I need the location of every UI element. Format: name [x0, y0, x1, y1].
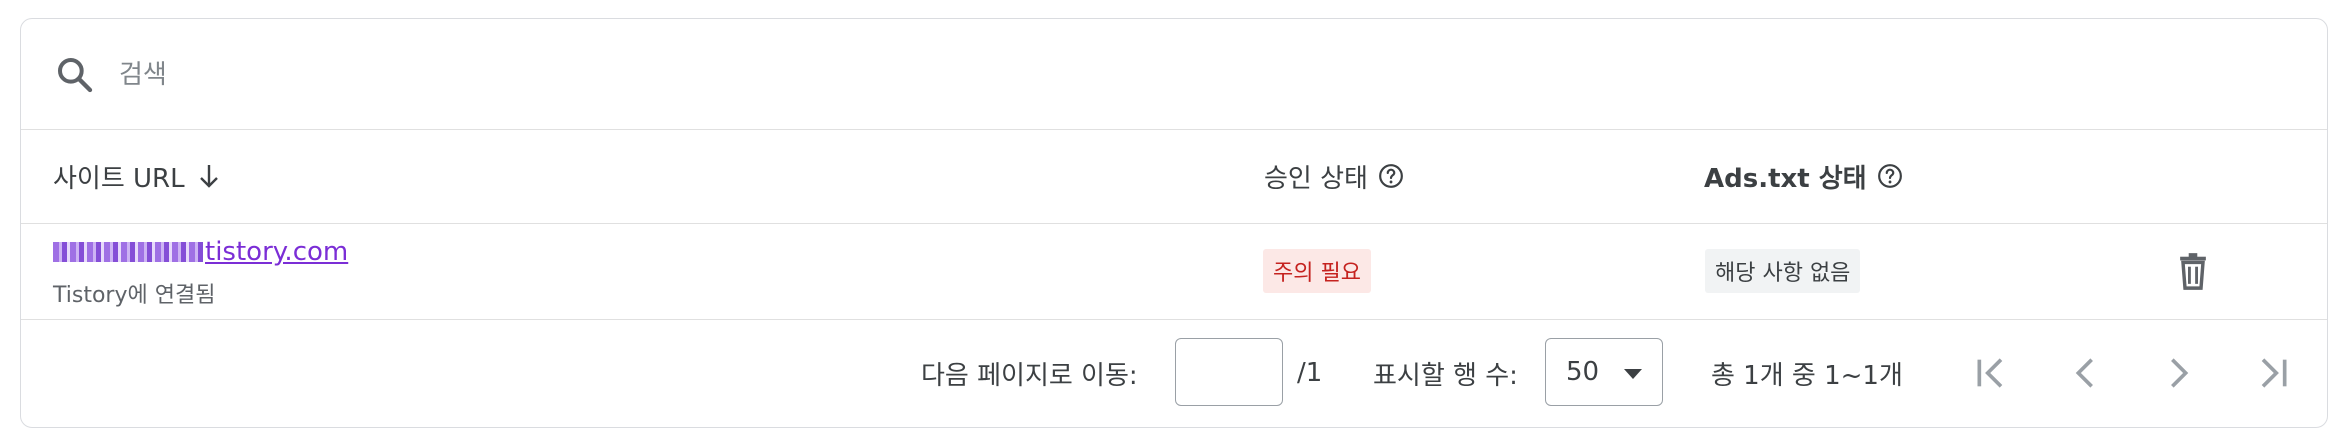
help-icon[interactable] — [1877, 163, 1903, 189]
next-page-icon[interactable] — [2159, 353, 2199, 393]
table-header: 사이트 URL 승인 상태 Ads.txt 상태 — [21, 129, 2327, 224]
range-text: 총 1개 중 1~1개 — [1711, 360, 1903, 391]
rows-per-page-value: 50 — [1566, 357, 1600, 387]
last-page-icon[interactable] — [2253, 353, 2293, 393]
site-url-link[interactable]: tistory.com — [53, 237, 348, 267]
table-row: tistory.com Tistory에 연결됨 주의 필요 해당 사항 없음 — [21, 223, 2327, 320]
column-header-ads-txt-status: Ads.txt 상태 — [1704, 129, 1903, 223]
search-input[interactable] — [117, 49, 921, 101]
goto-page-label: 다음 페이지로 이동: — [921, 360, 1138, 391]
prev-page-icon[interactable] — [2065, 353, 2105, 393]
approval-status-badge: 주의 필요 — [1263, 249, 1371, 293]
column-header-site-url[interactable]: 사이트 URL — [53, 129, 221, 223]
ads-txt-status-badge: 해당 사항 없음 — [1705, 249, 1861, 293]
goto-page-input[interactable] — [1175, 338, 1283, 406]
pagination-bar: 다음 페이지로 이동: /1 표시할 행 수: 50 총 1개 중 1~1개 — [21, 319, 2327, 427]
column-header-site-url-label: 사이트 URL — [53, 163, 185, 194]
chevron-down-icon — [1624, 369, 1642, 379]
column-header-ads-txt-status-label: Ads.txt 상태 — [1704, 163, 1867, 194]
site-domain-text: tistory.com — [205, 237, 349, 267]
site-connection-note: Tistory에 연결됨 — [53, 283, 216, 308]
total-pages-text: /1 — [1297, 358, 1323, 388]
help-icon[interactable] — [1378, 163, 1404, 189]
sites-table-card: 사이트 URL 승인 상태 Ads.txt 상태 — [20, 18, 2328, 428]
first-page-icon[interactable] — [1971, 353, 2011, 393]
search-icon — [57, 57, 93, 93]
search-bar — [21, 19, 2327, 130]
redacted-subdomain — [53, 242, 203, 262]
column-header-approval-status: 승인 상태 — [1264, 129, 1404, 223]
column-header-approval-status-label: 승인 상태 — [1264, 163, 1368, 194]
trash-icon[interactable] — [2175, 251, 2211, 291]
rows-per-page-label: 표시할 행 수: — [1373, 360, 1518, 391]
arrow-down-icon — [199, 165, 218, 188]
rows-per-page-select[interactable]: 50 — [1545, 338, 1663, 406]
